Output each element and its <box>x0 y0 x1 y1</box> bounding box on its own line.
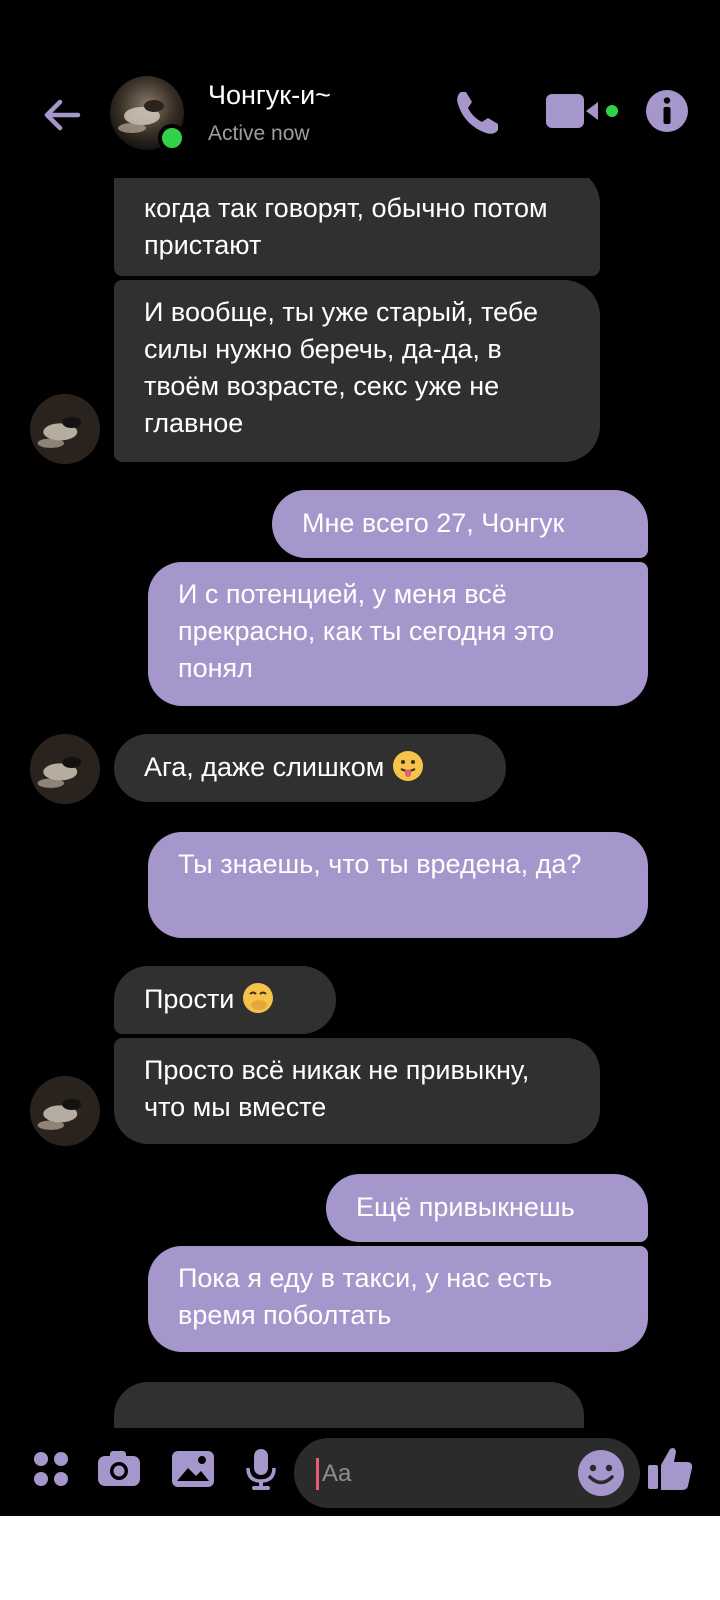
chat-screen: Чонгук-и~ Active now когда так говорят, … <box>0 0 720 1516</box>
message-composer: Aa <box>0 1430 720 1516</box>
arrow-left-icon[interactable] <box>38 90 88 140</box>
message-bubble-incoming[interactable]: Прости <box>114 966 336 1034</box>
emoji-icon[interactable] <box>576 1448 626 1498</box>
active-status: Active now <box>208 122 310 145</box>
message-list[interactable]: когда так говорят, обычно потом пристают… <box>0 178 720 1428</box>
message-text: Прости <box>144 984 235 1014</box>
contact-avatar[interactable] <box>110 76 186 152</box>
chat-header: Чонгук-и~ Active now <box>0 60 720 170</box>
online-indicator <box>158 124 186 152</box>
message-bubble-outgoing[interactable]: Ты знаешь, что ты вредена, да? <box>148 832 648 938</box>
message-text: Ага, даже слишком <box>144 752 385 782</box>
info-icon[interactable] <box>644 88 690 134</box>
message-bubble-outgoing[interactable]: Пока я еду в такси, у нас есть время поб… <box>148 1246 648 1352</box>
message-input[interactable]: Aa <box>294 1438 640 1508</box>
text-cursor <box>316 1458 319 1490</box>
menu-dots-icon[interactable] <box>28 1446 74 1492</box>
message-bubble-incoming[interactable]: Ага, даже слишком <box>114 734 506 802</box>
message-bubble-outgoing[interactable]: Мне всего 27, Чонгук <box>272 490 648 558</box>
message-bubble-incoming[interactable]: когда так говорят, обычно потом пристают <box>114 178 600 276</box>
message-input-placeholder: Aa <box>322 1460 352 1487</box>
phone-call-icon[interactable] <box>452 86 502 138</box>
video-call-icon[interactable] <box>546 92 626 132</box>
contact-avatar-small[interactable] <box>30 734 100 804</box>
microphone-icon[interactable] <box>238 1446 284 1492</box>
contact-avatar-small[interactable] <box>30 1076 100 1146</box>
tongue-out-emoji <box>393 751 424 781</box>
message-bubble-outgoing[interactable]: И с потенцией, у меня всё прекрасно, как… <box>148 562 648 706</box>
contact-name[interactable]: Чонгук-и~ <box>208 80 331 111</box>
message-bubble-incoming[interactable]: Просто всё никак не привыкну, что мы вме… <box>114 1038 600 1144</box>
gallery-icon[interactable] <box>170 1446 216 1492</box>
thumbs-up-icon[interactable] <box>646 1443 694 1493</box>
message-bubble-outgoing[interactable]: Ещё привыкнешь <box>326 1174 648 1242</box>
message-bubble-incoming[interactable]: И вообще, ты уже старый, тебе силы нужно… <box>114 280 600 462</box>
camera-icon[interactable] <box>96 1446 142 1492</box>
hand-over-mouth-emoji <box>243 983 274 1013</box>
contact-avatar-small[interactable] <box>30 394 100 464</box>
message-bubble-incoming-partial[interactable] <box>114 1382 584 1428</box>
